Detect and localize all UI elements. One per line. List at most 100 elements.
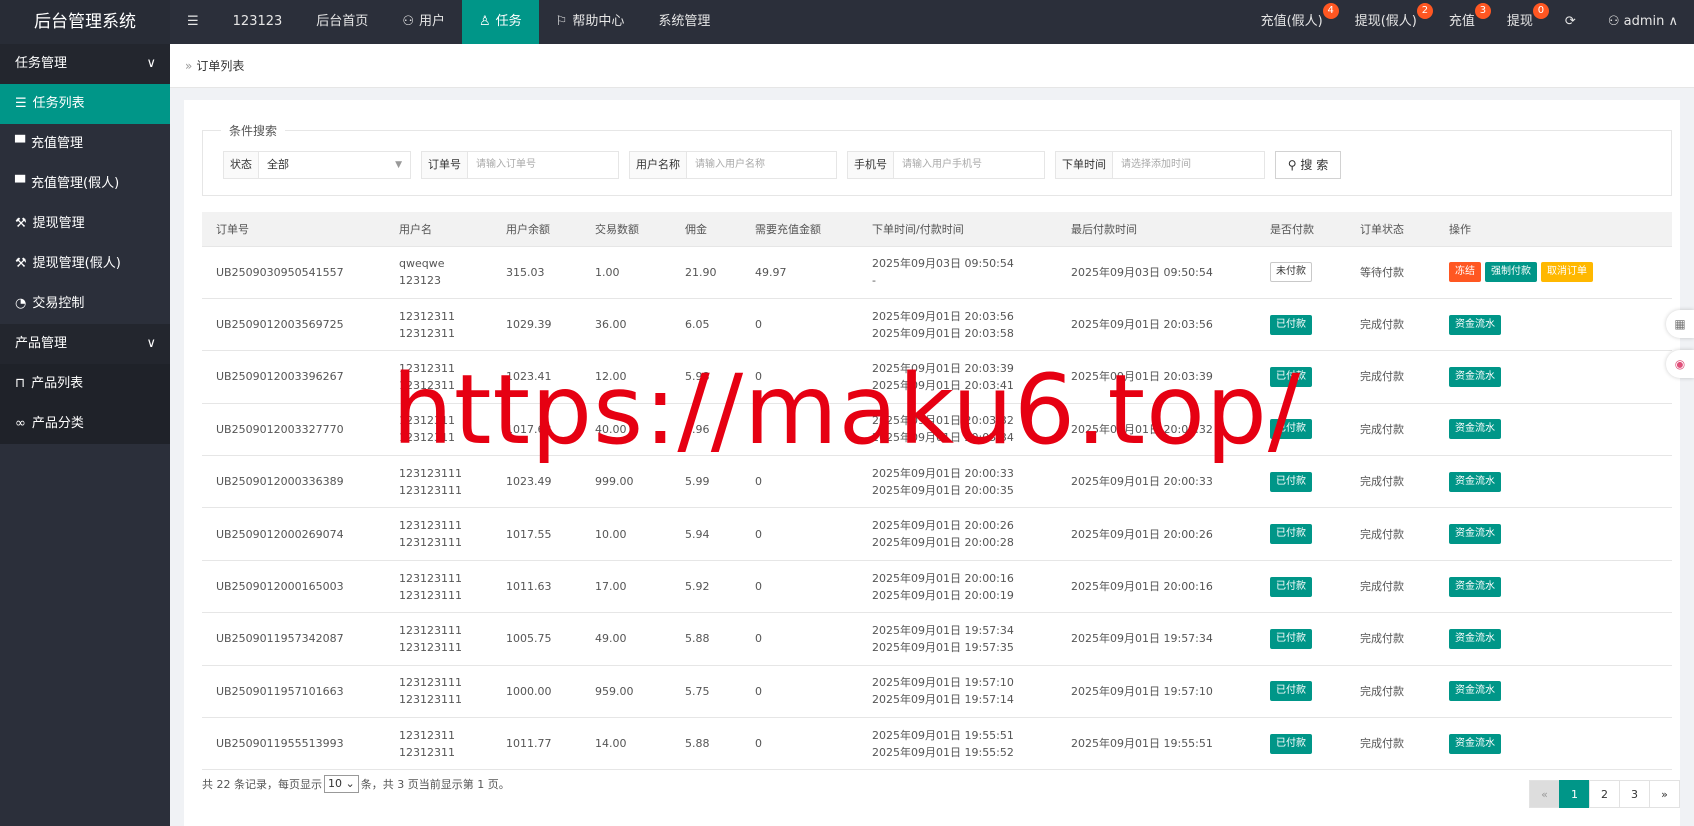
pagination-info: 共 22 条记录，每页显示 10 ⌄ 条，共 3 页当前显示第 1 页。 [202,775,510,793]
topnav-item-user[interactable]: ⚇ 用户 [385,0,462,44]
refresh-button[interactable]: ⟳ [1549,0,1592,44]
trade-amount: 1.00 [581,246,671,299]
user-account: 123123 [399,274,441,288]
recharge-needed: 0 [741,717,858,771]
fund-flow-button[interactable]: 资金流水 [1449,576,1501,597]
col-header: 订单号 [202,212,385,247]
next-page-button[interactable]: » [1649,780,1680,808]
sidebar-item-withdraw-fake[interactable]: ⚒ 提现管理(假人) [0,244,170,284]
order-time: 2025年09月01日 19:57:34 [872,623,1014,637]
page-size-select[interactable]: 10 ⌄ [324,775,359,793]
time-input[interactable]: 请选择添加时间 [1113,152,1199,178]
user-menu[interactable]: ⚇ admin ∧ [1592,0,1694,44]
topnav-item-system[interactable]: 系统管理 [641,0,727,44]
translate-float-button[interactable]: ◉ [1666,350,1694,378]
user-icon: ⚇ [402,14,414,29]
fund-flow-button[interactable]: 资金流水 [1449,366,1501,387]
topnav-item-123123[interactable]: 123123 [216,0,300,44]
qrcode-float-button[interactable]: ▦ [1666,310,1694,338]
order-id: UB2509011955513993 [202,717,385,771]
col-header: 是否付款 [1256,212,1346,247]
menu-toggle-button[interactable]: ☰ [170,0,216,44]
balance: 1005.75 [492,612,581,666]
sidebar-item-label: 任务列表 [32,96,85,111]
prev-page-button[interactable]: « [1529,780,1560,808]
refresh-icon: ⟳ [1564,14,1576,29]
link-icon: ∞ [15,416,26,431]
pay-cell: 已付款 [1256,665,1346,719]
balance: 1011.77 [492,717,581,771]
fund-flow-button[interactable]: 资金流水 [1449,681,1501,702]
order-time: 2025年09月01日 20:00:33 [872,466,1014,480]
sidebar-item-trade-control[interactable]: ◔ 交易控制 [0,284,170,324]
chevron-down-icon: ∨ [146,56,156,71]
pay-time: 2025年09月01日 20:03:58 [872,326,1014,340]
order-id: UB2509012003569725 [202,298,385,352]
fund-flow-button[interactable]: 资金流水 [1449,524,1501,545]
force-pay-button[interactable]: 强制付款 [1485,262,1537,283]
col-header: 需要充值金额 [741,212,858,247]
recharge-fake-link[interactable]: 充值(假人) 4 [1245,0,1339,44]
count-badge: 0 [1532,3,1549,19]
topnav-item-task[interactable]: ♙ 任务 [461,0,539,44]
page-button[interactable]: 1 [1559,780,1590,808]
username: 123123111 [399,519,462,533]
topnav-label: 用户 [418,14,445,29]
page-button[interactable]: 3 [1619,780,1650,808]
recharge-link[interactable]: 充值 3 [1433,0,1491,44]
username: qweqwe [399,257,445,271]
link-label: 提现 [1506,14,1533,29]
pay-status-badge: 已付款 [1270,471,1312,492]
time-cell: 2025年09月03日 09:50:54 - [858,246,1057,299]
page-button[interactable]: 2 [1589,780,1620,808]
status-select[interactable]: 全部 ▼ [259,152,410,178]
brand-title: 后台管理系统 [0,0,170,44]
fund-flow-button[interactable]: 资金流水 [1449,471,1501,492]
username-cell: 12312311 12312311 [385,298,492,352]
freeze-button[interactable]: 冻结 [1449,262,1481,283]
sidebar-item-withdraw[interactable]: ⚒ 提现管理 [0,204,170,244]
search-button[interactable]: ⚲ 搜 索 [1275,151,1341,179]
username-input[interactable]: 请输入用户名称 [687,152,773,178]
fund-flow-button[interactable]: 资金流水 [1449,733,1501,754]
withdraw-fake-link[interactable]: 提现(假人) 2 [1339,0,1433,44]
sidebar-item-task-list[interactable]: ☰ 任务列表 [0,84,170,124]
topnav-item-home[interactable]: 后台首页 [299,0,385,44]
balance: 1017.55 [492,507,581,561]
sidebar-group-task[interactable]: 任务管理 ∨ [0,44,170,84]
sidebar-item-recharge-fake[interactable]: ▀ 充值管理(假人) [0,164,170,204]
actions-cell: 资金流水 [1435,717,1672,771]
phone-input[interactable]: 请输入用户手机号 [894,152,990,178]
topnav-item-help[interactable]: ⚐ 帮助中心 [539,0,642,44]
pay-time: 2025年09月01日 20:00:35 [872,483,1014,497]
col-header: 交易数额 [581,212,671,247]
recharge-needed: 49.97 [741,246,858,299]
recharge-needed: 0 [741,560,858,614]
withdraw-link[interactable]: 提现 0 [1491,0,1549,44]
order-id: UB2509012003396267 [202,350,385,404]
order-status: 完成付款 [1346,507,1435,561]
order-id: UB2509011957342087 [202,612,385,666]
status-label: 状态 [224,152,259,178]
sidebar-group-product[interactable]: 产品管理 ∨ [0,324,170,364]
sidebar-item-label: 充值管理 [31,136,84,151]
col-header: 用户余额 [492,212,581,247]
last-pay-time: 2025年09月03日 09:50:54 [1057,246,1256,299]
sidebar-item-recharge[interactable]: ▀ 充值管理 [0,124,170,164]
cancel-order-button[interactable]: 取消订单 [1541,262,1593,283]
actions-cell: 资金流水 [1435,455,1672,509]
translate-icon: ◉ [1674,357,1686,371]
pay-time: 2025年09月01日 19:55:52 [872,745,1014,759]
col-header: 下单时间/付款时间 [858,212,1057,247]
order-status: 完成付款 [1346,403,1435,457]
search-icon: ⚲ [1287,158,1301,172]
recharge-needed: 0 [741,612,858,666]
fund-flow-button[interactable]: 资金流水 [1449,419,1501,440]
order-input[interactable]: 请输入订单号 [468,152,544,178]
pay-time: 2025年09月01日 20:00:28 [872,536,1014,550]
sidebar-item-product-list[interactable]: ⊓ 产品列表 [0,364,170,404]
fund-flow-button[interactable]: 资金流水 [1449,628,1501,649]
fund-flow-button[interactable]: 资金流水 [1449,314,1501,335]
sidebar-item-product-category[interactable]: ∞ 产品分类 [0,404,170,444]
commission: 21.90 [671,246,741,299]
